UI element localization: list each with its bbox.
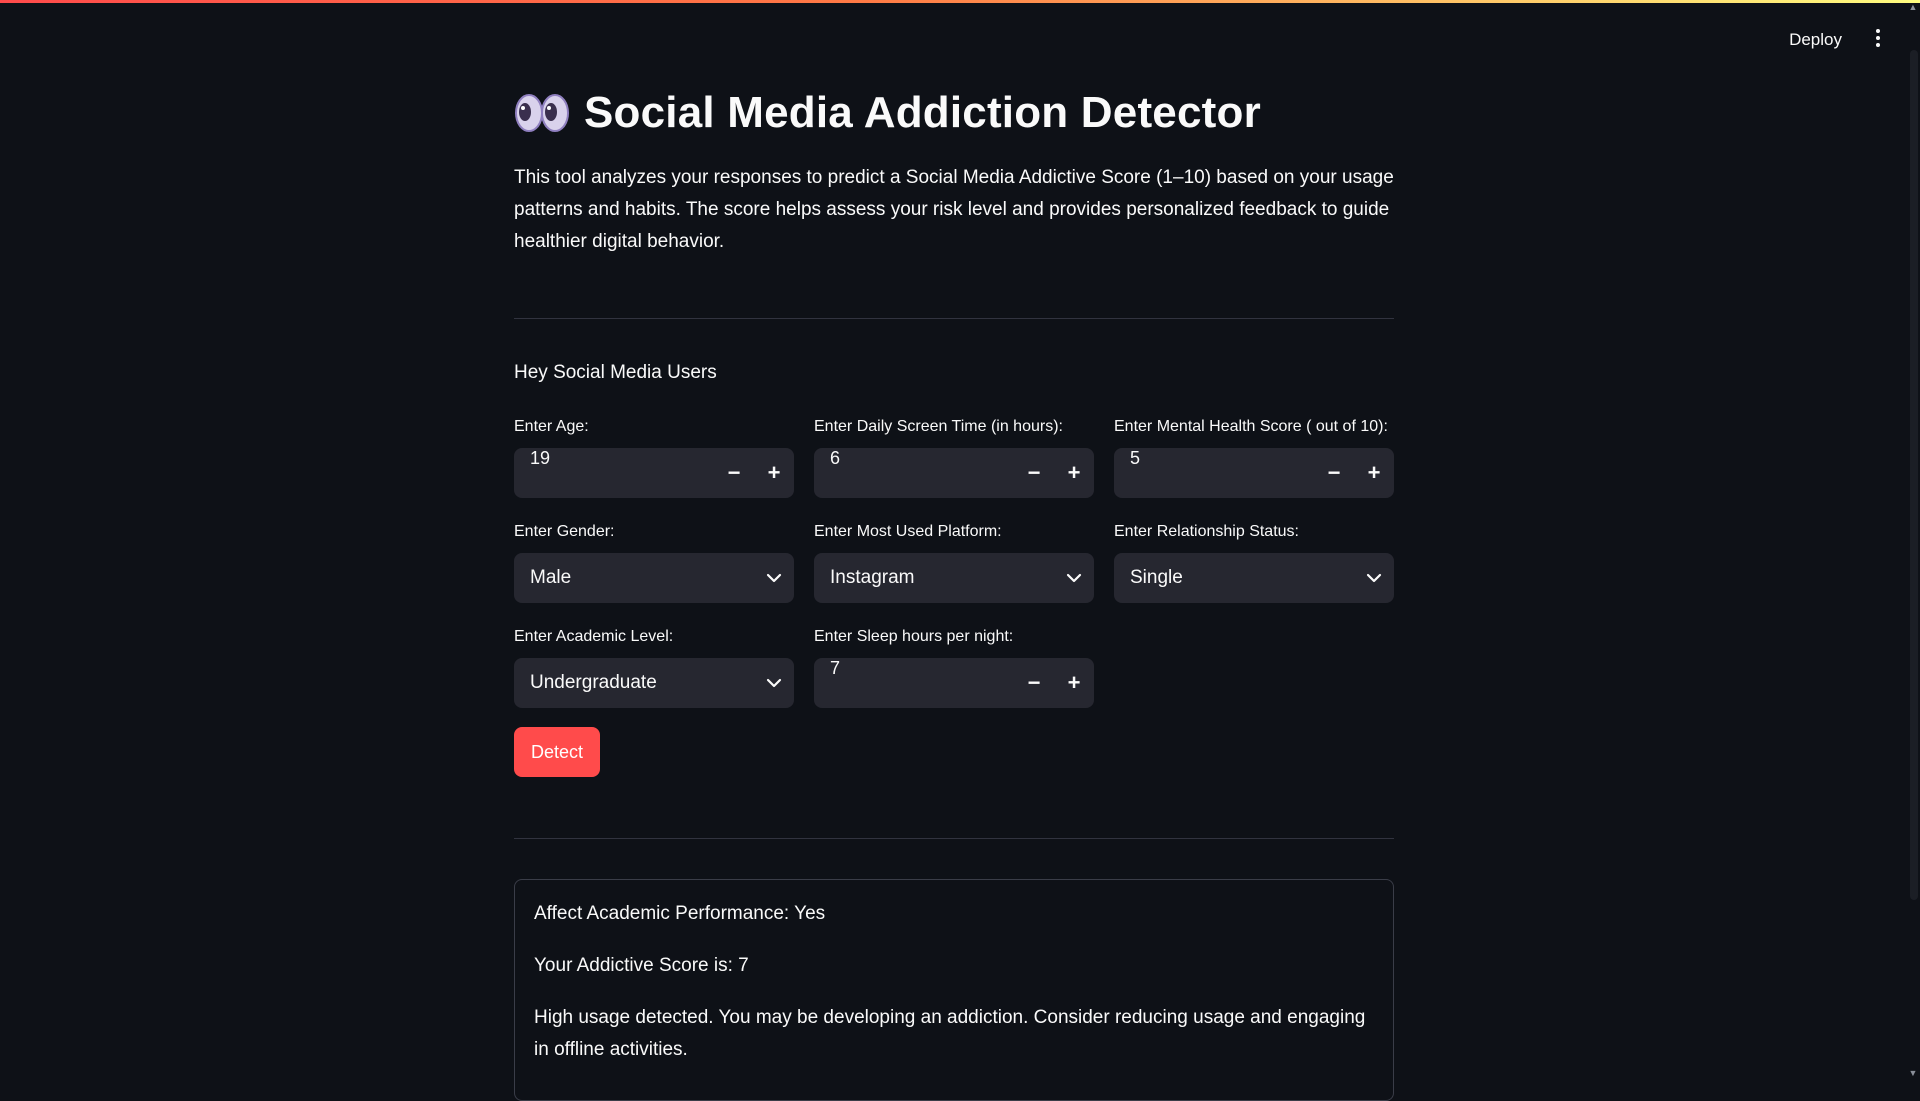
academic-effect-text: Affect Academic Performance: Yes — [534, 903, 826, 924]
sleep-label: Enter Sleep hours per night: — [814, 628, 1014, 645]
screen-time-field: Enter Daily Screen Time (in hours): 6 − … — [814, 416, 1094, 498]
chevron-down-icon — [754, 658, 794, 708]
gender-label: Enter Gender: — [514, 523, 615, 540]
sleep-decrement-button[interactable]: − — [1014, 658, 1054, 708]
age-decrement-button[interactable]: − — [714, 448, 754, 498]
screen-time-label: Enter Daily Screen Time (in hours): — [814, 418, 1063, 435]
sleep-increment-button[interactable]: + — [1054, 658, 1094, 708]
deploy-button[interactable]: Deploy — [1781, 26, 1850, 54]
relationship-field: Enter Relationship Status: Single — [1114, 521, 1394, 603]
platform-field: Enter Most Used Platform: Instagram — [814, 521, 1094, 603]
platform-selected-value: Instagram — [830, 567, 915, 588]
age-input[interactable]: 19 — [514, 448, 714, 498]
chevron-down-icon — [754, 553, 794, 603]
age-stepper: 19 − + — [514, 448, 794, 498]
chevron-down-icon — [1354, 553, 1394, 603]
divider — [514, 838, 1394, 839]
academic-field: Enter Academic Level: Undergraduate — [514, 626, 794, 708]
age-label: Enter Age: — [514, 418, 589, 435]
top-decoration-stripe — [0, 0, 1920, 3]
divider — [514, 318, 1394, 319]
relationship-selected-value: Single — [1130, 567, 1183, 588]
result-box: Affect Academic Performance: Yes Your Ad… — [514, 879, 1394, 1101]
gender-selected-value: Male — [530, 567, 572, 588]
sleep-stepper: 7 − + — [814, 658, 1094, 708]
mental-health-stepper: 5 − + — [1114, 448, 1394, 498]
scroll-down-arrow-icon[interactable]: ▼ — [1908, 1068, 1918, 1078]
relationship-select[interactable]: Single — [1114, 553, 1394, 603]
platform-select[interactable]: Instagram — [814, 553, 1094, 603]
mental-health-field: Enter Mental Health Score ( out of 10): … — [1114, 416, 1394, 498]
mental-health-input[interactable]: 5 — [1114, 448, 1314, 498]
feedback-text: High usage detected. You may be developi… — [534, 1007, 1366, 1060]
academic-label: Enter Academic Level: — [514, 628, 674, 645]
platform-label: Enter Most Used Platform: — [814, 523, 1002, 540]
detect-button[interactable]: Detect — [514, 727, 600, 777]
screen-time-input[interactable]: 6 — [814, 448, 1014, 498]
eyes-emoji-icon — [515, 94, 569, 132]
relationship-label: Enter Relationship Status: — [1114, 523, 1299, 540]
scroll-up-arrow-icon[interactable]: ▲ — [1908, 2, 1918, 12]
scrollbar[interactable] — [1910, 50, 1918, 900]
score-text: Your Addictive Score is: 7 — [534, 955, 749, 976]
mental-health-increment-button[interactable]: + — [1354, 448, 1394, 498]
gender-field: Enter Gender: Male — [514, 521, 794, 603]
mental-health-label: Enter Mental Health Score ( out of 10): — [1114, 418, 1388, 435]
age-field: Enter Age: 19 − + — [514, 416, 794, 498]
sleep-input[interactable]: 7 — [814, 658, 1014, 708]
intro-paragraph: This tool analyzes your responses to pre… — [514, 167, 1394, 252]
age-increment-button[interactable]: + — [754, 448, 794, 498]
mental-health-decrement-button[interactable]: − — [1314, 448, 1354, 498]
sleep-field: Enter Sleep hours per night: 7 − + — [814, 626, 1094, 708]
academic-select[interactable]: Undergraduate — [514, 658, 794, 708]
screen-time-increment-button[interactable]: + — [1054, 448, 1094, 498]
screen-time-decrement-button[interactable]: − — [1014, 448, 1054, 498]
title-row: Social Media Addiction Detector — [514, 88, 1261, 138]
form-heading: Hey Social Media Users — [514, 362, 717, 383]
gender-select[interactable]: Male — [514, 553, 794, 603]
page-title: Social Media Addiction Detector — [584, 88, 1261, 137]
screen-time-stepper: 6 − + — [814, 448, 1094, 498]
vertical-dots-icon[interactable] — [1870, 24, 1886, 52]
chevron-down-icon — [1054, 553, 1094, 603]
academic-selected-value: Undergraduate — [530, 672, 657, 693]
